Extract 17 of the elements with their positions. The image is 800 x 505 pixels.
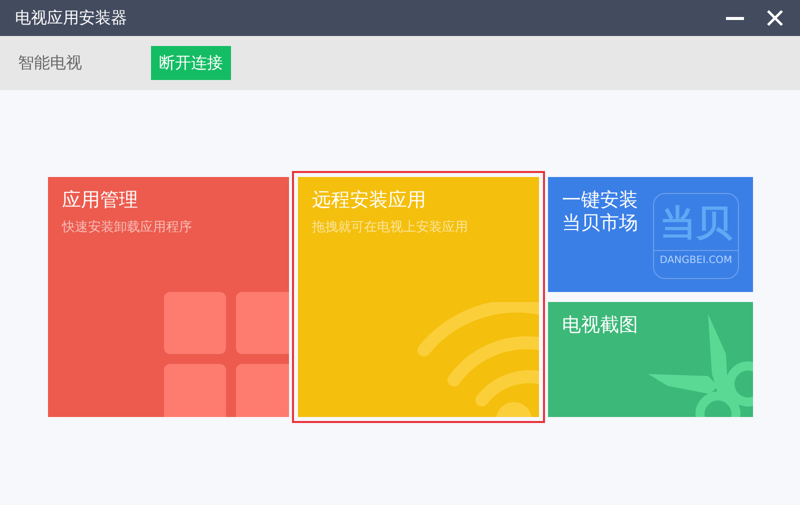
tile-title: 电视截图 — [562, 314, 638, 337]
tile-title: 应用管理 — [62, 189, 138, 212]
tile-subtitle: 快速安装卸载应用程序 — [62, 218, 193, 236]
feature-tile[interactable]: 电视截图 — [548, 302, 753, 417]
logo-caption: DANGBEI.COM — [654, 250, 738, 266]
feature-tile[interactable]: 远程安装应用 拖拽就可在电视上安装应用 — [298, 177, 539, 417]
close-icon — [766, 9, 784, 27]
tile-title: 一键安装当贝市场 — [562, 189, 639, 235]
disconnect-button[interactable]: 断开连接 — [151, 46, 231, 80]
device-name: 智能电视 — [18, 52, 83, 74]
minimize-icon — [726, 16, 744, 20]
scissors-icon — [648, 314, 753, 417]
grid-icon — [164, 292, 289, 417]
tile-title: 远程安装应用 — [312, 189, 426, 212]
tile-subtitle: 拖拽就可在电视上安装应用 — [312, 218, 469, 236]
feature-tile[interactable]: 应用管理 快速安装卸载应用程序 — [48, 177, 289, 417]
window-title: 电视应用安装器 — [15, 8, 128, 28]
